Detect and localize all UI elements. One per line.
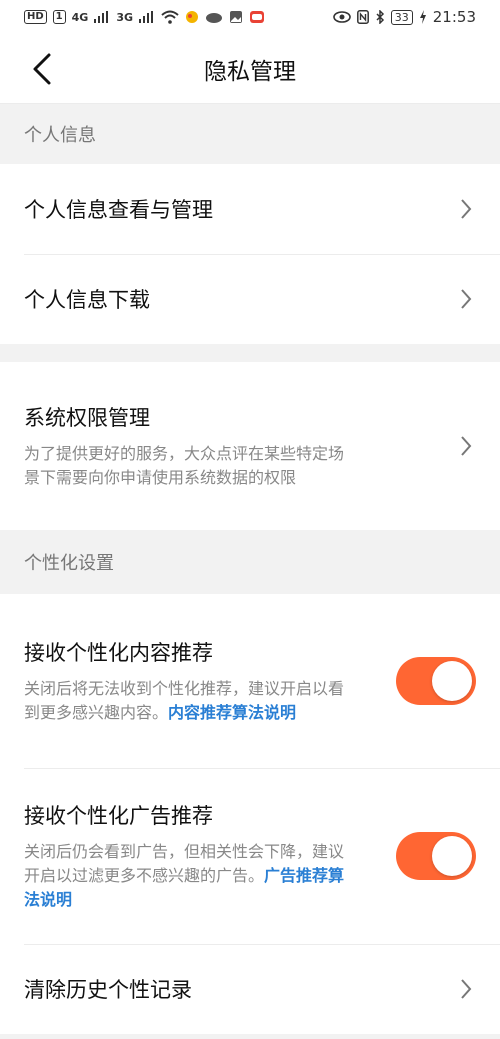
row-system-permissions[interactable]: 系统权限管理 为了提供更好的服务，大众点评在某些特定场景下需要向你申请使用系统数…	[0, 362, 500, 530]
status-right: 33 21:53	[332, 8, 476, 26]
row-description: 为了提供更好的服务，大众点评在某些特定场景下需要向你申请使用系统数据的权限	[24, 444, 345, 487]
chevron-right-icon	[456, 285, 476, 313]
row-title: 系统权限管理	[24, 406, 150, 430]
app-icon	[249, 10, 265, 24]
signal-icon	[94, 11, 110, 23]
row-title: 个人信息查看与管理	[24, 198, 213, 222]
status-bar: HD 1 4G 3G 33 21:53	[0, 0, 500, 34]
row-description: 关闭后仍会看到广告，但相关性会下降，建议开启以过滤更多不感兴趣的广告。广告推荐算…	[24, 840, 354, 912]
clock: 21:53	[432, 8, 476, 26]
app-notification-icon	[185, 10, 199, 24]
back-arrow-icon	[33, 53, 51, 85]
chevron-right-icon	[456, 432, 476, 460]
gallery-icon	[229, 10, 243, 24]
battery-level: 33	[390, 9, 413, 25]
section-header-personal-info: 个人信息	[0, 104, 500, 164]
toggle-knob	[432, 836, 472, 876]
hd-badge: HD	[24, 10, 47, 24]
personalization-group: 接收个性化内容推荐 关闭后将无法收到个性化推荐，建议开启以看到更多感兴趣内容。内…	[0, 594, 500, 1034]
row-title: 清除历史个性记录	[24, 978, 192, 1002]
content-recommendation-toggle[interactable]	[396, 657, 476, 705]
system-permission-group: 系统权限管理 为了提供更好的服务，大众点评在某些特定场景下需要向你申请使用系统数…	[0, 362, 500, 530]
row-title: 接收个性化广告推荐	[24, 804, 213, 828]
row-title: 接收个性化内容推荐	[24, 641, 213, 665]
network-4g-label: 4G	[71, 10, 89, 24]
content-algorithm-link[interactable]: 内容推荐算法说明	[168, 703, 296, 722]
page-title: 隐私管理	[204, 58, 296, 85]
wifi-icon	[161, 10, 179, 24]
row-clear-history[interactable]: 清除历史个性记录	[0, 944, 500, 1034]
row-text: 清除历史个性记录	[24, 974, 444, 1004]
toggle-knob	[432, 661, 472, 701]
row-text: 接收个性化广告推荐 关闭后仍会看到广告，但相关性会下降，建议开启以过滤更多不感兴…	[24, 800, 366, 912]
row-content-recommendation: 接收个性化内容推荐 关闭后将无法收到个性化推荐，建议开启以看到更多感兴趣内容。内…	[0, 594, 500, 768]
row-text: 个人信息下载	[24, 284, 444, 314]
charging-icon	[419, 10, 427, 24]
row-description: 关闭后将无法收到个性化推荐，建议开启以看到更多感兴趣内容。内容推荐算法说明	[24, 677, 354, 725]
section-spacer	[0, 344, 500, 362]
bluetooth-icon	[375, 10, 385, 24]
row-title: 个人信息下载	[24, 288, 150, 312]
nav-bar: 隐私管理	[0, 34, 500, 104]
section-header-personalization: 个性化设置	[0, 530, 500, 594]
status-left: HD 1 4G 3G	[24, 10, 265, 24]
chevron-right-icon	[456, 195, 476, 223]
row-ad-recommendation: 接收个性化广告推荐 关闭后仍会看到广告，但相关性会下降，建议开启以过滤更多不感兴…	[0, 768, 500, 944]
row-download-info[interactable]: 个人信息下载	[0, 254, 500, 344]
row-view-manage-info[interactable]: 个人信息查看与管理	[0, 164, 500, 254]
cloud-icon	[205, 11, 223, 23]
sim-badge: 1	[52, 10, 66, 24]
eye-icon	[332, 11, 351, 23]
signal-icon	[139, 11, 155, 23]
chevron-right-icon	[456, 975, 476, 1003]
back-button[interactable]	[24, 51, 60, 87]
personal-info-group: 个人信息查看与管理 个人信息下载	[0, 164, 500, 344]
ad-recommendation-toggle[interactable]	[396, 832, 476, 880]
row-text: 系统权限管理 为了提供更好的服务，大众点评在某些特定场景下需要向你申请使用系统数…	[24, 402, 444, 490]
row-text: 接收个性化内容推荐 关闭后将无法收到个性化推荐，建议开启以看到更多感兴趣内容。内…	[24, 637, 366, 725]
row-text: 个人信息查看与管理	[24, 194, 444, 224]
network-3g-label: 3G	[116, 10, 134, 24]
nfc-icon	[356, 10, 369, 24]
